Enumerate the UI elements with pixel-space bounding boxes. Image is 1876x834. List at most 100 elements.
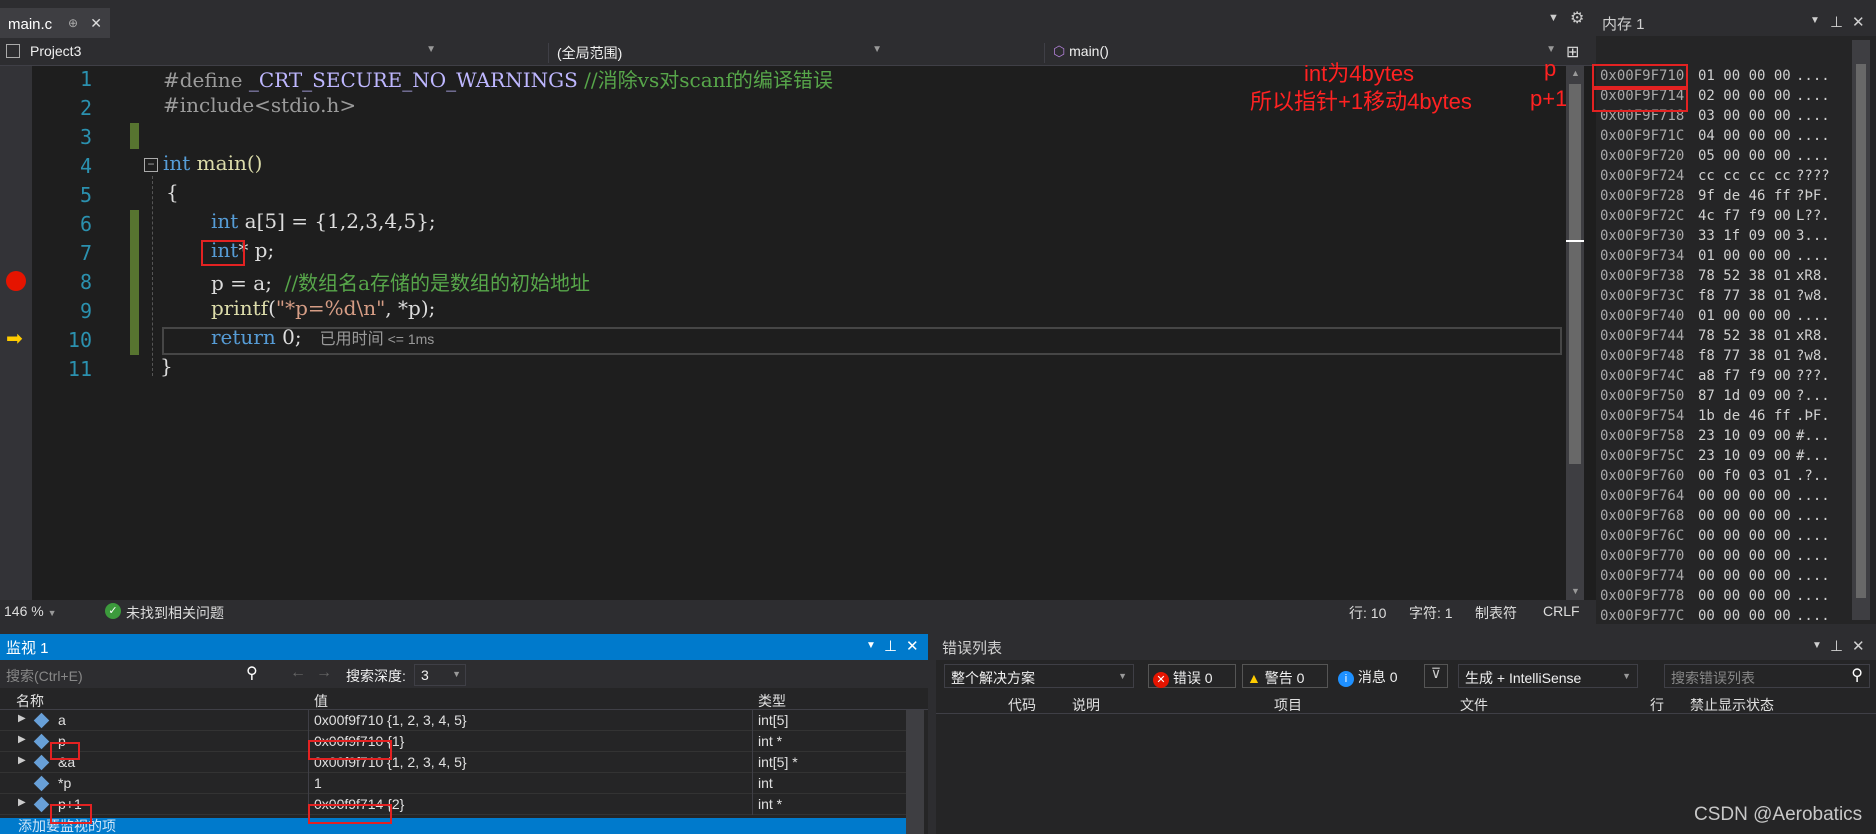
memory-ascii: ....	[1796, 508, 1830, 524]
code-line-5: {	[166, 180, 179, 204]
code-text: , *p);	[385, 296, 436, 320]
tab-overflow-icon[interactable]: ▼	[1548, 12, 1559, 24]
search-icon[interactable]: ⚲	[246, 663, 258, 683]
method-icon: ⬡	[1053, 43, 1070, 59]
split-editor-icon[interactable]: ⊞	[1566, 42, 1579, 62]
tab-main-c[interactable]: main.c ⊕ ✕	[0, 8, 110, 38]
code-line-11: }	[160, 354, 173, 378]
column-header-name[interactable]: 名称	[16, 691, 44, 711]
zoom-dropdown[interactable]: 146 % ▼	[4, 603, 57, 619]
column-header-line[interactable]: 行	[1650, 695, 1664, 715]
watch-row[interactable]: ▶ &a 0x00f9f710 {1, 2, 3, 4, 5} int[5] *	[0, 752, 906, 773]
memory-ascii: ?w8.	[1796, 288, 1830, 304]
breakpoint-icon[interactable]	[6, 271, 26, 291]
memory-addr: 0x00F9F734	[1600, 248, 1685, 264]
scope-dropdown[interactable]: 整个解决方案 ▼	[944, 664, 1134, 688]
line-number: 1	[79, 67, 92, 91]
annotation-pointer-move: 所以指针+1移动4bytes	[1250, 89, 1472, 114]
memory-ascii: L??.	[1796, 208, 1830, 224]
watch-value: 0x00f9f710 {1, 2, 3, 4, 5}	[314, 712, 467, 728]
scroll-thumb[interactable]	[1856, 64, 1866, 598]
column-header-file[interactable]: 文件	[1460, 695, 1488, 715]
close-icon[interactable]: ✕	[90, 15, 102, 32]
warnings-filter-button[interactable]: ▲ 警告 0	[1242, 664, 1328, 688]
close-icon[interactable]: ✕	[1852, 637, 1865, 655]
memory-ascii: ....	[1796, 608, 1830, 624]
highlight-box-p1-value	[308, 804, 392, 824]
expand-arrow-icon[interactable]: ▶	[18, 713, 26, 724]
pin-icon[interactable]: ⊥	[1830, 637, 1843, 655]
watch-scrollbar[interactable]	[906, 710, 924, 834]
watch-window: 监视 1 ▼ ⊥ ✕ 搜索(Ctrl+E) ⚲ ← → 搜索深度: 3 ▼ 名称 …	[0, 634, 928, 834]
line-number: 11	[67, 357, 92, 381]
forward-arrow-icon[interactable]: →	[316, 664, 332, 682]
watch-toolbar: 搜索(Ctrl+E) ⚲ ← → 搜索深度: 3 ▼	[0, 660, 928, 688]
eol-indicator[interactable]: CRLF	[1543, 603, 1580, 619]
editor-vertical-scrollbar[interactable]: ▲ ▼	[1566, 66, 1584, 604]
expand-arrow-icon[interactable]: ▶	[18, 797, 26, 808]
memory-ascii: 3...	[1796, 228, 1830, 244]
chevron-down-icon: ▼	[1622, 671, 1631, 681]
memory-addr: 0x00F9F760	[1600, 468, 1685, 484]
memory-scrollbar[interactable]	[1852, 40, 1870, 620]
build-source-dropdown[interactable]: 生成 + IntelliSense ▼	[1458, 664, 1638, 688]
watch-row[interactable]: ▶ p+1 0x00f9f714 {2} int *	[0, 794, 906, 815]
issues-status[interactable]: 未找到相关问题	[126, 603, 224, 623]
close-icon[interactable]: ✕	[1852, 13, 1865, 31]
watch-value: 1	[314, 775, 322, 791]
messages-filter-button[interactable]: i 消息 0	[1334, 664, 1418, 688]
watch-title-bar: 监视 1 ▼ ⊥ ✕	[0, 634, 928, 660]
line-number: 9	[79, 299, 92, 323]
scroll-up-icon[interactable]: ▲	[1571, 68, 1580, 78]
pin-icon[interactable]: ⊕	[68, 16, 78, 30]
memory-bytes: 9f de 46 ff	[1698, 188, 1791, 204]
memory-ascii: ....	[1796, 108, 1830, 124]
watch-search-input[interactable]: 搜索(Ctrl+E)	[6, 666, 254, 686]
project-dropdown[interactable]: Project3 ▼	[22, 43, 442, 63]
expand-arrow-icon[interactable]: ▶	[18, 734, 26, 745]
function-label: main()	[1069, 43, 1109, 59]
memory-addr: 0x00F9F724	[1600, 168, 1685, 184]
dropdown-icon[interactable]: ▼	[1810, 15, 1820, 26]
add-watch-row[interactable]: 添加要监视的项	[0, 818, 918, 834]
scroll-thumb[interactable]	[1569, 84, 1581, 464]
perf-tip[interactable]: 已用时间	[320, 331, 384, 348]
function-dropdown[interactable]: ⬡ main() ▼	[1044, 43, 1562, 63]
pin-icon[interactable]: ⊥	[1830, 13, 1843, 31]
scroll-down-icon[interactable]: ▼	[1571, 586, 1580, 596]
filter-icon[interactable]: ⊽	[1424, 664, 1448, 688]
chevron-down-icon: ▼	[47, 608, 57, 618]
back-arrow-icon[interactable]: ←	[290, 664, 306, 682]
memory-bytes: cc cc cc cc	[1698, 168, 1791, 184]
depth-dropdown[interactable]: 3 ▼	[414, 664, 466, 686]
panel-splitter[interactable]	[0, 624, 1876, 634]
settings-gear-icon[interactable]: ⚙	[1570, 8, 1584, 28]
close-icon[interactable]: ✕	[906, 637, 919, 655]
dropdown-icon[interactable]: ▼	[1812, 640, 1822, 651]
pin-icon[interactable]: ⊥	[884, 637, 897, 655]
column-header-code[interactable]: 代码	[1008, 695, 1036, 715]
chevron-down-icon: ▼	[426, 44, 436, 55]
column-header-description[interactable]: 说明	[1072, 695, 1100, 715]
highlight-box-p-value	[308, 740, 392, 760]
expand-arrow-icon[interactable]: ▶	[18, 755, 26, 766]
collapse-toggle-icon[interactable]: −	[144, 158, 158, 172]
line-number: 10	[67, 328, 92, 352]
tab-mode-indicator[interactable]: 制表符	[1475, 603, 1517, 623]
watch-row[interactable]: ▶ p 0x00f9f710 {1} int *	[0, 731, 906, 752]
scope-guide-line	[152, 176, 153, 376]
column-header-project[interactable]: 项目	[1274, 695, 1302, 715]
column-header-type[interactable]: 类型	[758, 691, 786, 711]
error-search-input[interactable]: 搜索错误列表 ⚲	[1664, 664, 1870, 688]
column-header-suppression[interactable]: 禁止显示状态	[1690, 695, 1774, 715]
watch-header: 名称 值 类型	[0, 688, 928, 710]
line-number: 4	[79, 154, 92, 178]
memory-addr: 0x00F9F740	[1600, 308, 1685, 324]
watch-row[interactable]: *p 1 int	[0, 773, 906, 794]
scope-dropdown[interactable]: (全局范围) ▼	[548, 43, 888, 63]
column-header-value[interactable]: 值	[314, 691, 328, 711]
dropdown-icon[interactable]: ▼	[866, 640, 876, 651]
errors-filter-button[interactable]: ✕ 错误 0	[1148, 664, 1236, 688]
watch-row[interactable]: ▶ a 0x00f9f710 {1, 2, 3, 4, 5} int[5]	[0, 710, 906, 731]
keyword: int	[211, 209, 239, 233]
